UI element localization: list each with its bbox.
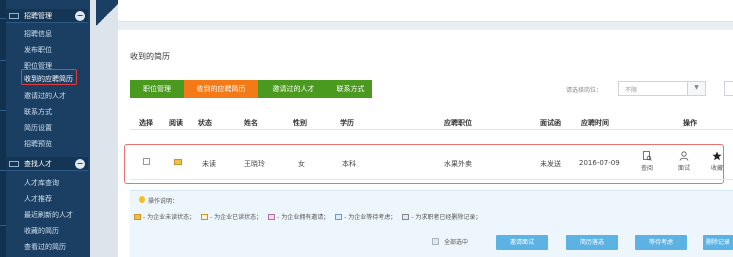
sidebar-tick bbox=[0, 110, 6, 111]
position-filter-value: 不限 bbox=[625, 87, 638, 94]
column-status: 状态 bbox=[198, 119, 212, 127]
view-doc-icon bbox=[643, 151, 652, 161]
delete-record-button[interactable]: 删除记录 bbox=[703, 235, 733, 250]
corner-ribbon bbox=[96, 0, 118, 30]
invite-interview-button[interactable]: 邀请面试 bbox=[496, 235, 548, 250]
row-interview-letter: 未发送 bbox=[540, 160, 561, 168]
sidebar-item-job-info[interactable]: 招聘信息 bbox=[24, 29, 88, 39]
sidebar-section-label: 查找人才 bbox=[24, 160, 52, 168]
column-position: 应聘职位 bbox=[444, 119, 472, 127]
column-gender: 性别 bbox=[293, 119, 307, 127]
legend-invited: - 为企业拥有邀请； bbox=[268, 212, 329, 221]
main-panel: 收到的简历 职位管理 收到的应聘简历 邀请过的人才 联系方式 请选择岗位： 不限… bbox=[118, 30, 733, 257]
sidebar-section-recruitment[interactable]: 招聘管理 − bbox=[6, 9, 88, 23]
column-read: 阅读 bbox=[169, 119, 183, 127]
lightbulb-icon bbox=[139, 196, 145, 203]
row-position: 水果外卖 bbox=[444, 160, 472, 168]
sidebar-tick bbox=[0, 225, 6, 226]
column-education: 学历 bbox=[340, 119, 354, 127]
column-name: 姓名 bbox=[244, 119, 258, 127]
top-bar bbox=[118, 0, 733, 22]
legend-text: - 为求职者已经删除记录； bbox=[411, 214, 482, 221]
sidebar: 招聘管理 − 招聘信息 发布职位 职位管理 收到的应聘简历 邀请过的人才 联系方… bbox=[0, 0, 90, 257]
select-all-checkbox[interactable] bbox=[432, 238, 439, 245]
invite-icon bbox=[268, 213, 276, 220]
row-education: 本科 bbox=[342, 160, 356, 168]
interview-button[interactable]: 面试 bbox=[674, 151, 694, 172]
wait-consider-button[interactable]: 等待考虑 bbox=[635, 235, 687, 250]
legend-read: - 为企业已读状态； bbox=[201, 212, 262, 221]
sidebar-item-talent-recommend[interactable]: 人才推荐 bbox=[24, 194, 88, 204]
page-title: 收到的简历 bbox=[130, 52, 170, 61]
sidebar-item-post-job[interactable]: 发布职位 bbox=[24, 45, 88, 55]
row-select-checkbox[interactable] bbox=[143, 158, 150, 165]
filter-submit-button[interactable] bbox=[724, 81, 733, 96]
legend-text: - 为企业已读状态； bbox=[210, 214, 263, 221]
sidebar-section-label: 招聘管理 bbox=[24, 12, 52, 20]
section-icon bbox=[9, 161, 19, 167]
status-legend: - 为企业未读状态； - 为企业已读状态； - 为企业拥有邀请； - 为企业等待… bbox=[134, 212, 487, 221]
legend-deleted: - 为求职者已经删除记录； bbox=[402, 212, 481, 221]
collapse-icon[interactable]: − bbox=[75, 159, 85, 169]
tab-invited-talents[interactable]: 邀请过的人才 bbox=[258, 80, 329, 98]
legend-text: - 为企业未读状态； bbox=[143, 214, 196, 221]
column-select: 选择 bbox=[139, 119, 153, 127]
envelope-icon bbox=[174, 159, 182, 165]
select-all[interactable]: 全部选中 bbox=[432, 237, 468, 246]
tab-contact[interactable]: 联系方式 bbox=[329, 80, 372, 98]
tab-bar: 职位管理 收到的应聘简历 邀请过的人才 联系方式 bbox=[130, 80, 372, 98]
legend-pending: - 为企业等待考虑； bbox=[335, 212, 396, 221]
column-apply-time: 应聘时间 bbox=[581, 119, 609, 127]
tab-job-management[interactable]: 职位管理 bbox=[130, 80, 184, 98]
legend-unread: - 为企业未读状态； bbox=[134, 212, 195, 221]
table-header: 选择 阅读 状态 姓名 性别 学历 应聘职位 面试函 应聘时间 操作 bbox=[130, 116, 733, 130]
row-gender: 女 bbox=[298, 160, 305, 168]
envelope-icon bbox=[134, 213, 141, 220]
app-frame: 招聘管理 − 招聘信息 发布职位 职位管理 收到的应聘简历 邀请过的人才 联系方… bbox=[0, 0, 733, 257]
sidebar-item-received-resumes[interactable]: 收到的应聘简历 bbox=[24, 74, 88, 84]
chevron-down-icon[interactable]: ▼ bbox=[687, 82, 705, 95]
sidebar-item-recent-talents[interactable]: 最近刷新的人才 bbox=[24, 210, 88, 220]
column-interview-letter: 面试函 bbox=[540, 119, 561, 127]
favorite-label: 收藏 bbox=[710, 165, 723, 172]
sidebar-section-find-talent[interactable]: 查找人才 − bbox=[6, 157, 88, 171]
row-status: 未读 bbox=[202, 160, 216, 168]
legend-text: - 为企业等待考虑； bbox=[344, 214, 397, 221]
legend-text: - 为企业拥有邀请； bbox=[277, 214, 330, 221]
content-gutter bbox=[90, 0, 118, 257]
row-name[interactable]: 王晓玲 bbox=[244, 159, 265, 169]
favorite-button[interactable]: 收藏 bbox=[707, 151, 727, 172]
action-footer: 全部选中 邀请面试 简历落选 等待考虑 删除记录 bbox=[130, 230, 733, 257]
interview-label: 面试 bbox=[677, 165, 690, 172]
view-resume-label: 查阅 bbox=[640, 165, 653, 172]
position-filter-select[interactable]: 不限 ▼ bbox=[618, 81, 706, 96]
sidebar-item-recruit-preview[interactable]: 招聘预览 bbox=[24, 139, 88, 149]
sidebar-item-resume-settings[interactable]: 简历设置 bbox=[24, 123, 88, 133]
column-actions: 操作 bbox=[683, 119, 697, 127]
sidebar-item-contact[interactable]: 联系方式 bbox=[24, 107, 88, 117]
position-filter-label: 请选择岗位： bbox=[566, 87, 603, 94]
deleted-icon bbox=[402, 213, 410, 220]
view-resume-button[interactable]: 查阅 bbox=[637, 151, 657, 172]
interview-person-icon bbox=[679, 151, 689, 161]
collapse-icon[interactable]: − bbox=[75, 11, 85, 21]
sidebar-tick bbox=[0, 60, 6, 61]
pending-icon bbox=[335, 213, 343, 220]
sidebar-stripe bbox=[0, 0, 6, 257]
instructions-panel: 操作说明： - 为企业未读状态； - 为企业已读状态； - 为企业拥有邀请； -… bbox=[130, 190, 733, 230]
table-row: 未读 王晓玲 女 本科 水果外卖 未发送 2016-07-09 查阅 面试 收藏 bbox=[130, 148, 733, 180]
sidebar-item-saved-resumes[interactable]: 收藏的简历 bbox=[24, 226, 88, 236]
reject-resume-button[interactable]: 简历落选 bbox=[566, 235, 618, 250]
select-all-label: 全部选中 bbox=[444, 239, 469, 246]
row-apply-date: 2016-07-09 bbox=[579, 159, 620, 167]
sidebar-item-viewed-resumes[interactable]: 查看过的简历 bbox=[24, 242, 88, 252]
sidebar-item-talent-search[interactable]: 人才库查询 bbox=[24, 178, 88, 188]
instructions-title: 操作说明： bbox=[148, 198, 179, 205]
tab-received-resumes[interactable]: 收到的应聘简历 bbox=[184, 80, 258, 98]
open-envelope-icon bbox=[201, 213, 209, 220]
star-icon bbox=[712, 151, 722, 161]
sidebar-item-invited-talents[interactable]: 邀请过的人才 bbox=[24, 91, 88, 101]
section-icon bbox=[9, 13, 19, 19]
